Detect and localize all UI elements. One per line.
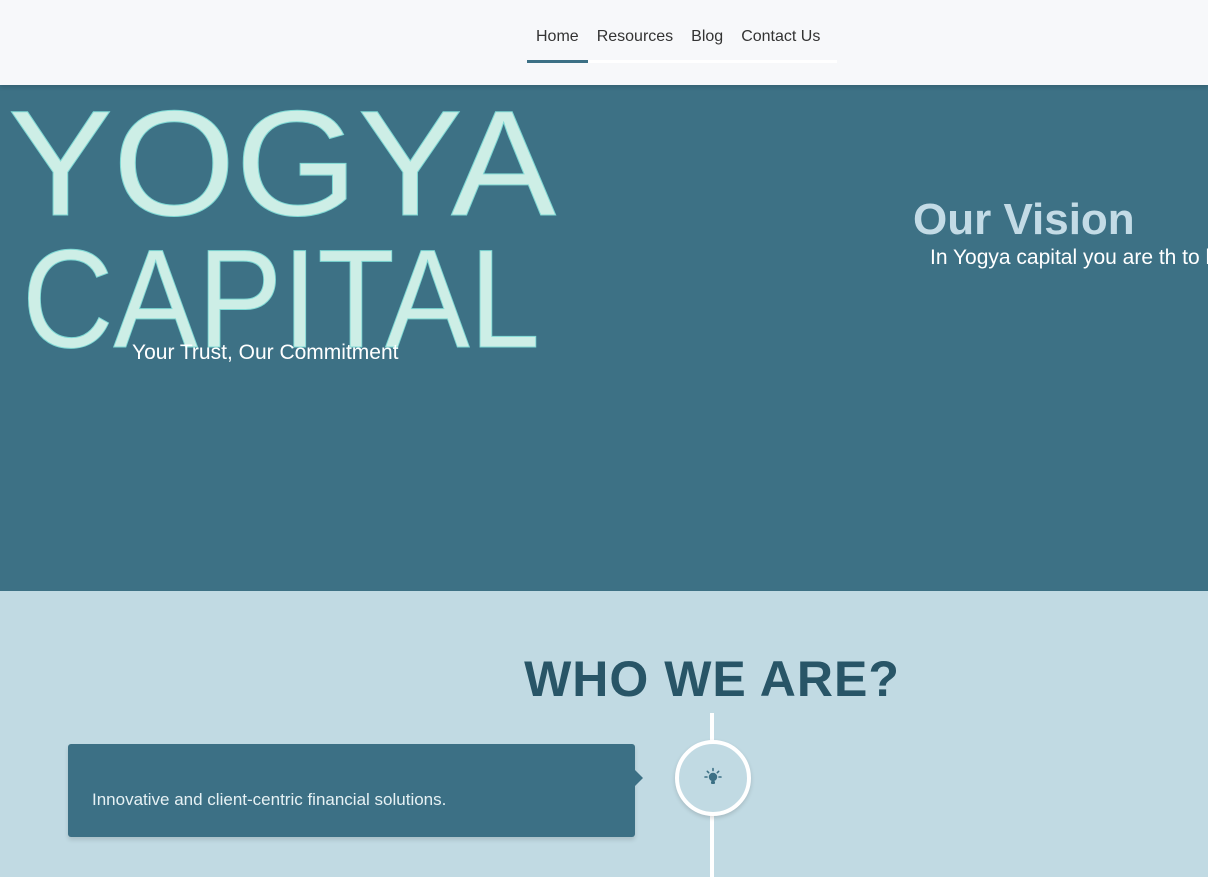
who-we-are-title: WHO WE ARE? [524,651,900,707]
nav-blog[interactable]: Blog [682,16,732,60]
nav-resources[interactable]: Resources [588,16,682,60]
brand-tagline: Your Trust, Our Commitment [132,341,399,364]
timeline-card: Innovative and client-centric financial … [68,744,643,837]
timeline-node [675,740,751,816]
main-nav: Home Resources Blog Contact Us [527,16,837,63]
timeline-card-text: Innovative and client-centric financial … [92,790,447,809]
vision-title: Our Vision [913,195,1135,244]
brand-logo: YOGYA CAPITAL [8,97,557,367]
lightbulb-icon [704,767,722,784]
hero-section: YOGYA CAPITAL Your Trust, Our Commitment… [0,85,1208,591]
top-navbar: Home Resources Blog Contact Us [0,0,1208,85]
vision-text: In Yogya capital you are th to help you … [930,246,1208,269]
nav-home[interactable]: Home [527,16,588,63]
nav-contact-us[interactable]: Contact Us [732,16,829,60]
